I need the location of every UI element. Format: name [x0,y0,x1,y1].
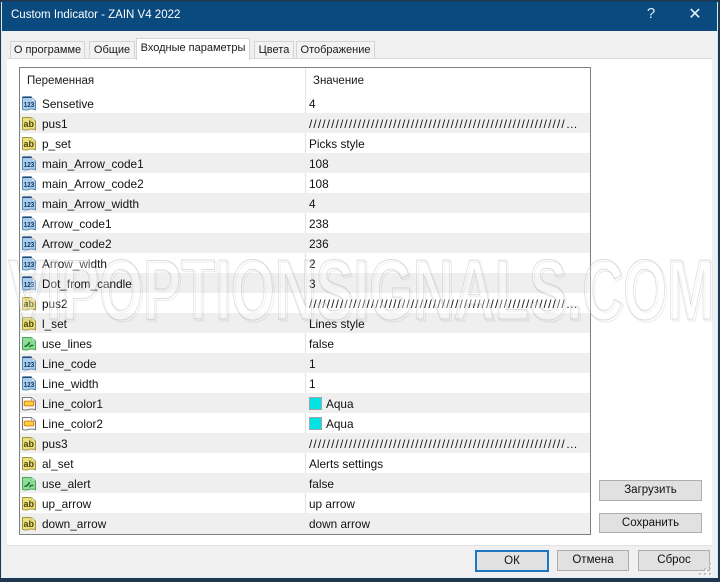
svg-text:ab: ab [24,139,35,149]
svg-text:ab: ab [24,119,35,129]
svg-text:123: 123 [24,200,35,209]
svg-text:ab: ab [24,499,35,509]
svg-text:ab: ab [24,459,35,469]
svg-text:ab: ab [24,519,35,529]
svg-text:123: 123 [24,260,35,269]
svg-text:123: 123 [24,280,35,289]
svg-text:123: 123 [24,360,35,369]
svg-text:123: 123 [24,160,35,169]
svg-text:123: 123 [24,100,35,109]
svg-text:ab: ab [24,299,35,309]
svg-text:123: 123 [24,220,35,229]
svg-text:ab: ab [24,439,35,449]
svg-text:ab: ab [24,319,35,329]
svg-text:123: 123 [24,240,35,249]
svg-text:123: 123 [24,380,35,389]
svg-text:123: 123 [24,180,35,189]
